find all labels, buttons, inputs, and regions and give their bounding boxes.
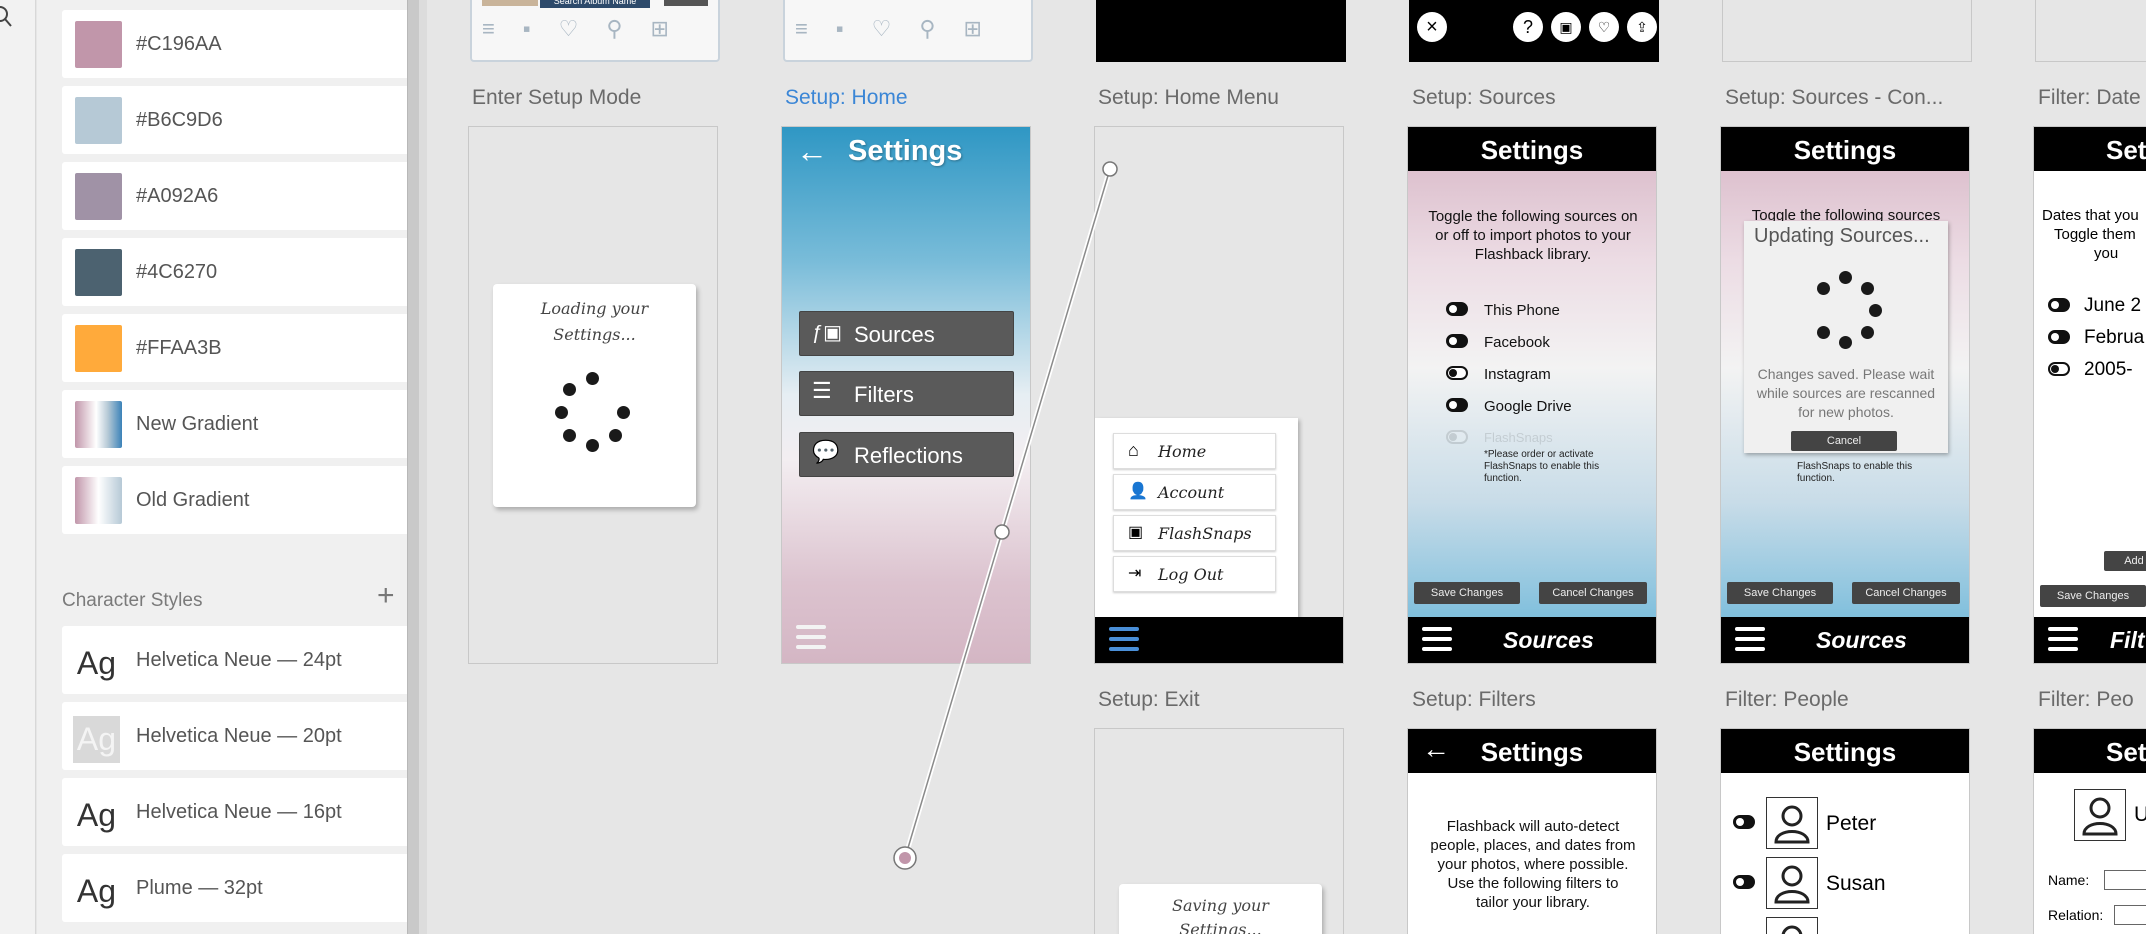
character-style-row[interactable]: Ag Helvetica Neue — 16pt xyxy=(62,778,437,846)
gradient-label: New Gradient xyxy=(136,413,259,435)
gradient-swatch-row[interactable]: Old Gradient xyxy=(62,466,437,534)
character-style-sample: Ag xyxy=(73,716,120,763)
color-swatch xyxy=(75,21,122,68)
character-style-label: Helvetica Neue — 24pt xyxy=(136,649,342,671)
character-style-sample: Ag xyxy=(76,645,117,681)
color-label: #B6C9D6 xyxy=(136,109,223,131)
character-style-sample: Ag xyxy=(76,873,117,909)
gradient-swatch xyxy=(75,401,122,448)
design-canvas[interactable]: Search Album Name ≡▪♡⚲⊞ ≡▪♡⚲⊞ × ? ▣ ♡ ⇪ … xyxy=(427,0,2146,934)
color-swatch xyxy=(75,97,122,144)
color-swatch-row[interactable]: #A092A6 xyxy=(62,162,437,230)
add-character-style-button[interactable]: + xyxy=(377,581,395,611)
assets-panel: #C196AA #B6C9D6 #A092A6 #4C6270 #FFAA3B … xyxy=(37,0,437,934)
color-label: #4C6270 xyxy=(136,261,218,283)
wire-start-handle[interactable] xyxy=(1102,161,1118,177)
color-swatch xyxy=(75,249,122,296)
character-style-row[interactable]: Ag Helvetica Neue — 20pt xyxy=(62,702,437,770)
color-swatch-row[interactable]: #B6C9D6 xyxy=(62,86,437,154)
gradient-swatch xyxy=(75,477,122,524)
color-label: #A092A6 xyxy=(136,185,219,207)
character-styles-heading: Character Styles xyxy=(62,590,203,611)
left-toolbar xyxy=(0,0,36,934)
wire-mid-handle[interactable] xyxy=(994,524,1010,540)
panel-divider-shadow xyxy=(419,0,427,934)
gradient-swatch-row[interactable]: New Gradient xyxy=(62,390,437,458)
character-style-sample: Ag xyxy=(76,797,117,833)
prototype-link-wire[interactable] xyxy=(427,0,2146,934)
design-app-window: #C196AA #B6C9D6 #A092A6 #4C6270 #FFAA3B … xyxy=(0,0,2146,934)
color-swatch xyxy=(75,325,122,372)
color-label: #C196AA xyxy=(136,33,222,55)
character-style-row[interactable]: Ag Plume — 32pt xyxy=(62,854,437,922)
color-swatch xyxy=(75,173,122,220)
search-icon[interactable] xyxy=(0,4,16,30)
color-swatch-row[interactable]: #4C6270 xyxy=(62,238,437,306)
color-swatch-row[interactable]: #C196AA xyxy=(62,10,437,78)
panel-divider[interactable] xyxy=(407,0,419,934)
character-style-row[interactable]: Ag Helvetica Neue — 24pt xyxy=(62,626,437,694)
character-style-label: Helvetica Neue — 20pt xyxy=(136,725,342,747)
color-label: #FFAA3B xyxy=(136,337,222,359)
color-swatch-row[interactable]: #FFAA3B xyxy=(62,314,437,382)
character-style-label: Plume — 32pt xyxy=(136,877,263,899)
gradient-label: Old Gradient xyxy=(136,489,250,511)
character-style-label: Helvetica Neue — 16pt xyxy=(136,801,342,823)
